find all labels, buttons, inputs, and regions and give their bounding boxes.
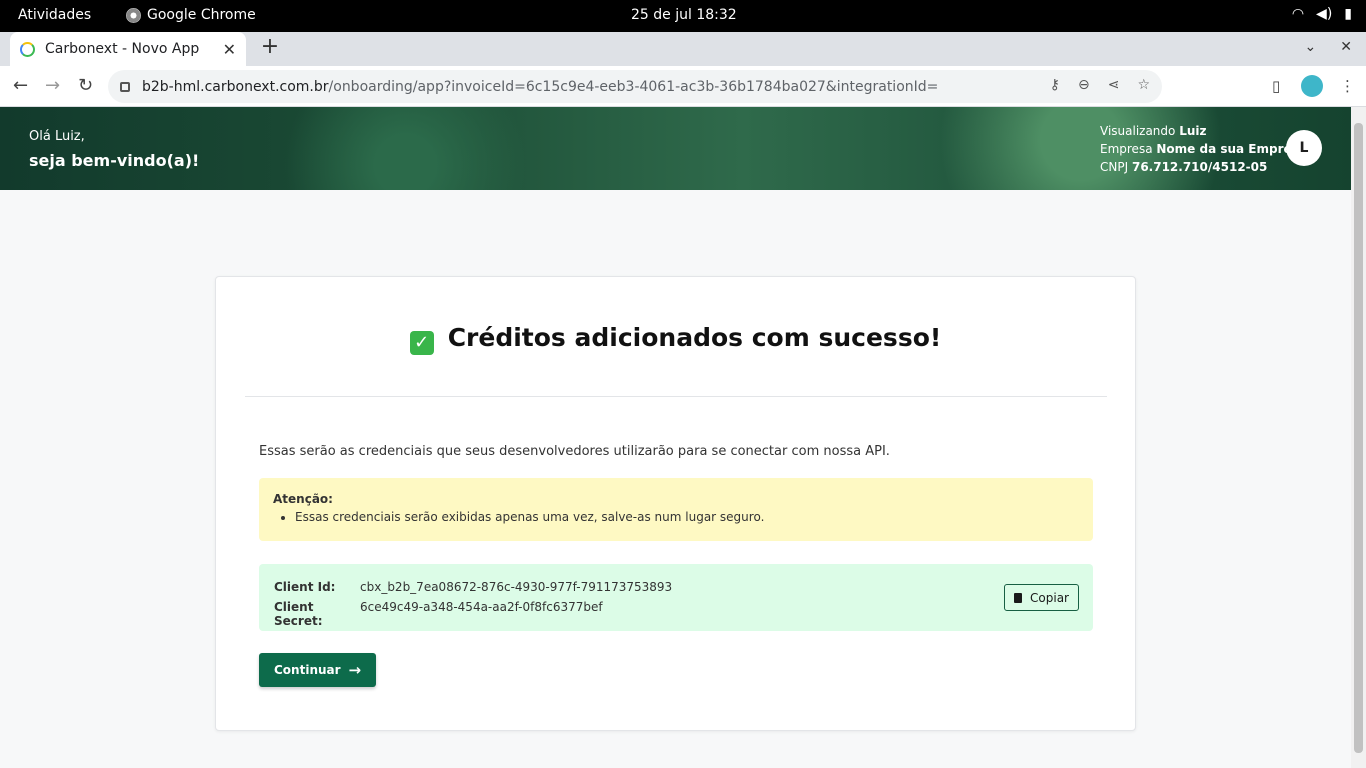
key-icon[interactable]: ⚷ <box>1050 77 1060 93</box>
user-avatar[interactable]: L <box>1286 130 1322 166</box>
arrow-right-icon: → <box>348 661 362 679</box>
account-info: Visualizando Luiz Empresa Nome da sua Em… <box>1100 122 1307 176</box>
copy-label: Copiar <box>1030 590 1069 605</box>
clipboard-icon <box>1014 592 1023 603</box>
warning-alert: Atenção: Essas credenciais serão exibida… <box>259 478 1093 541</box>
continue-button[interactable]: Continuar → <box>259 653 377 687</box>
browser-toolbar: ← → ↻ b2b-hml.carbonext.com.br /onboardi… <box>0 66 1366 107</box>
share-icon[interactable]: ⋖ <box>1108 77 1120 93</box>
zoom-icon[interactable]: ⊖ <box>1078 77 1090 93</box>
credentials-description: Essas serão as credenciais que seus dese… <box>259 444 890 459</box>
page-scrollbar[interactable] <box>1351 107 1366 768</box>
tab-search-icon[interactable]: ⌄ <box>1305 39 1317 55</box>
alert-title: Atenção: <box>273 492 333 506</box>
close-tab-icon[interactable]: ✕ <box>223 40 236 59</box>
chrome-menu-icon[interactable]: ⋮ <box>1340 77 1355 95</box>
credentials-box: Client Id: cbx_b2b_7ea08672-876c-4930-97… <box>259 564 1093 631</box>
address-bar[interactable]: b2b-hml.carbonext.com.br /onboarding/app… <box>108 70 1162 103</box>
site-favicon-icon <box>20 41 35 57</box>
wifi-icon: ◠ <box>1291 6 1305 22</box>
window-close-icon[interactable]: ✕ <box>1340 39 1352 55</box>
client-id-value: cbx_b2b_7ea08672-876c-4930-977f-79117375… <box>360 580 673 594</box>
success-title-row: ✓ Créditos adicionados com sucesso! <box>216 323 1135 355</box>
client-secret-label: Client Secret: <box>274 600 323 628</box>
chrome-icon <box>126 7 141 23</box>
tab-title: Carbonext - Novo App <box>45 41 200 57</box>
back-icon[interactable]: ← <box>13 75 28 96</box>
welcome-text: seja bem-vindo(a)! <box>29 151 200 170</box>
app-menu[interactable]: Google Chrome <box>126 7 256 23</box>
forward-icon[interactable]: → <box>45 75 60 96</box>
company-name: Nome da sua Empresa <box>1156 142 1307 156</box>
activities-button[interactable]: Atividades <box>18 7 91 23</box>
cnpj-label: CNPJ <box>1100 160 1129 174</box>
greeting: Olá Luiz, <box>29 129 85 144</box>
system-top-bar: Atividades Google Chrome 25 de jul 18:32… <box>0 0 1366 32</box>
success-title: Créditos adicionados com sucesso! <box>447 323 942 352</box>
volume-icon: ◀) <box>1316 6 1333 22</box>
bookmark-star-icon[interactable]: ☆ <box>1137 77 1150 93</box>
client-id-row: Client Id: cbx_b2b_7ea08672-876c-4930-97… <box>274 580 672 594</box>
alert-list: Essas credenciais serão exibidas apenas … <box>273 510 1079 524</box>
clock[interactable]: 25 de jul 18:32 <box>631 7 737 23</box>
lock-icon[interactable] <box>120 81 130 92</box>
viewing-label: Visualizando <box>1100 124 1176 138</box>
welcome-banner: Olá Luiz, seja bem-vindo(a)! Visualizand… <box>0 107 1351 190</box>
viewing-name: Luiz <box>1179 124 1207 138</box>
continue-label: Continuar <box>274 663 341 677</box>
divider <box>245 396 1107 397</box>
url-host: b2b-hml.carbonext.com.br <box>142 78 329 95</box>
battery-icon: ▮ <box>1344 6 1352 22</box>
client-secret-value: 6ce49c49-a348-454a-aa2f-0f8fc6377bef <box>360 600 603 614</box>
url-path: /onboarding/app?invoiceId=6c15c9e4-eeb3-… <box>328 78 939 95</box>
scrollbar-thumb[interactable] <box>1354 123 1363 753</box>
tab-strip: Carbonext - Novo App ✕ + ⌄ ✕ <box>0 32 1366 66</box>
profile-avatar-icon[interactable] <box>1301 75 1323 97</box>
browser-tab[interactable]: Carbonext - Novo App ✕ <box>10 32 246 66</box>
success-card: ✓ Créditos adicionados com sucesso! Essas… <box>215 276 1136 731</box>
copy-button[interactable]: Copiar <box>1004 584 1079 611</box>
client-id-label: Client Id: <box>274 580 336 594</box>
new-tab-button[interactable]: + <box>258 36 282 60</box>
reload-icon[interactable]: ↻ <box>78 75 93 96</box>
cnpj-value: 76.712.710/4512-05 <box>1131 160 1268 174</box>
side-panel-icon[interactable]: ▯ <box>1272 77 1280 95</box>
system-tray[interactable]: ◠ ◀) ▮ <box>1292 6 1352 22</box>
company-label: Empresa <box>1100 142 1153 156</box>
app-name-label: Google Chrome <box>147 7 256 23</box>
client-secret-row: Client Secret: 6ce49c49-a348-454a-aa2f-0… <box>274 600 603 628</box>
alert-item: Essas credenciais serão exibidas apenas … <box>295 510 1079 524</box>
check-mark-icon: ✓ <box>409 331 434 355</box>
